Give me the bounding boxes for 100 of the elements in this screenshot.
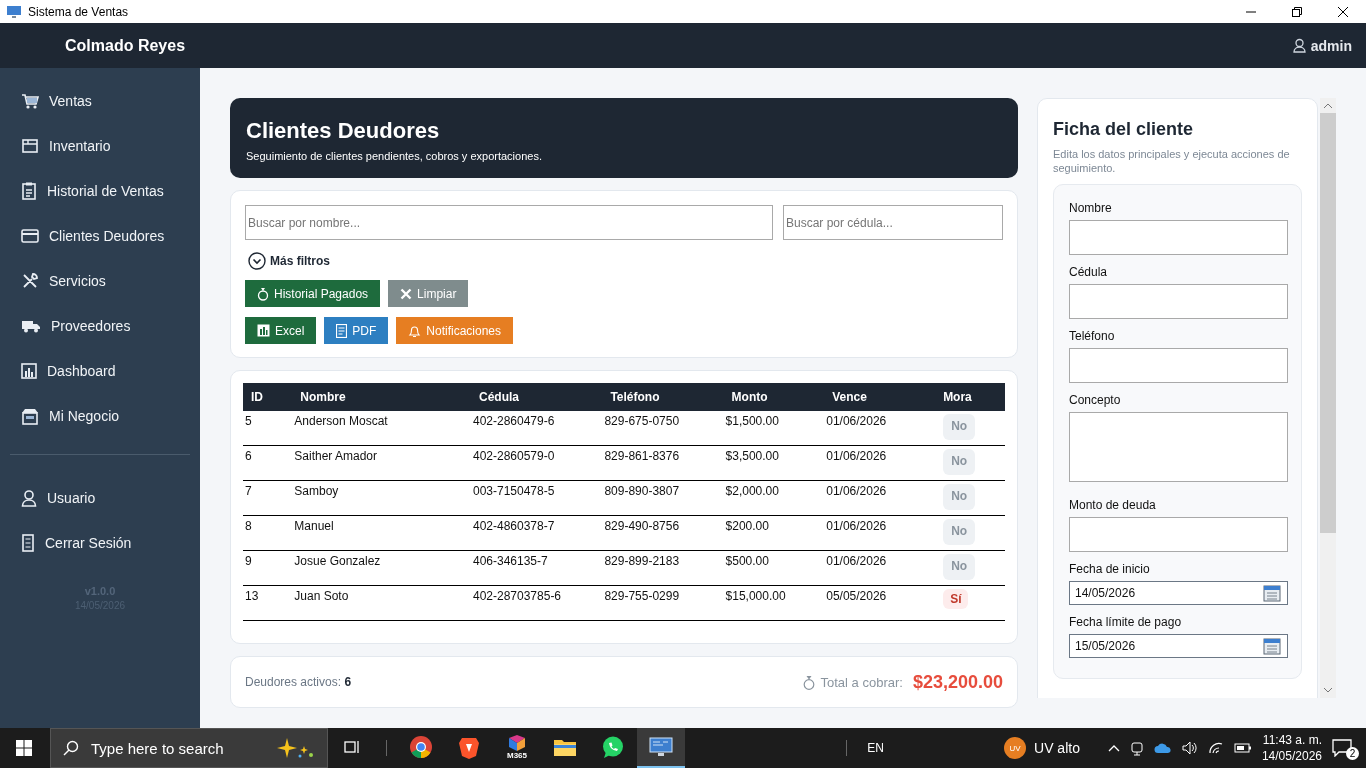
nav-item[interactable]: Inventario [0, 123, 200, 168]
nav-item[interactable]: Dashboard [0, 348, 200, 393]
more-filters-toggle[interactable]: Más filtros [248, 252, 330, 270]
bar-chart-icon [257, 324, 270, 337]
scrollbar[interactable] [1320, 98, 1336, 698]
store-icon [21, 406, 39, 425]
chrome-icon [409, 735, 433, 759]
field-label: Cédula [1069, 264, 1109, 279]
table-cell: 05/05/2026 [824, 585, 936, 621]
table-cell: Juan Soto [292, 585, 471, 621]
nav-item[interactable]: Proveedores [0, 303, 200, 348]
nav-item[interactable]: Cerrar Sesión [0, 520, 200, 565]
total-label: Total a cobrar: [820, 674, 903, 690]
action-button[interactable]: Excel [245, 317, 317, 344]
user-menu[interactable]: admin [1292, 37, 1352, 54]
table-cell: 809-890-3807 [602, 480, 724, 516]
status-badge: No [943, 519, 976, 545]
table-cell: 829-675-0750 [602, 411, 724, 446]
taskbar-app[interactable] [637, 728, 685, 768]
brand-name: Colmado Reyes [65, 36, 187, 55]
weather-widget[interactable]: UV UV alto [1004, 737, 1080, 759]
nav-item[interactable]: Ventas [0, 78, 200, 123]
status-badge: No [943, 484, 976, 510]
name-search-field[interactable]: Buscar por nombre... [245, 205, 773, 240]
app-icon [6, 4, 22, 19]
action-button[interactable]: PDF [324, 317, 389, 344]
table-cell: 01/06/2026 [824, 515, 936, 551]
money-bag-icon [257, 286, 269, 301]
task-view-icon [343, 739, 361, 755]
taskbar-app[interactable]: M365 [493, 728, 541, 768]
table-cell: 7 [243, 480, 293, 516]
column-header: ID [243, 383, 293, 411]
panel-title: Ficha del cliente [1053, 119, 1195, 140]
search-icon [63, 740, 79, 756]
table-cell: $500.00 [723, 550, 825, 586]
nav-item[interactable]: Usuario [0, 475, 200, 520]
table-cell: $3,500.00 [723, 445, 825, 481]
taskbar-search-bar[interactable]: Type here to search [50, 728, 328, 768]
id-search-field[interactable]: Buscar por cédula... [783, 205, 1003, 240]
table-cell: 402-2860479-6 [470, 411, 603, 446]
card-icon [21, 228, 39, 243]
speaker-icon [1181, 741, 1198, 755]
field-label: Nombre [1069, 200, 1113, 215]
table-cell: 402-2860579-0 [470, 445, 603, 481]
text-field[interactable] [1069, 347, 1288, 383]
maximize-icon[interactable] [1291, 5, 1303, 18]
chat-bubble-icon [601, 735, 625, 759]
text-field[interactable] [1069, 516, 1288, 552]
table-cell: 13 [243, 585, 293, 621]
money-bag-icon [802, 674, 815, 690]
monitor-icon [649, 737, 673, 757]
table-cell: 003-7150478-5 [470, 480, 603, 516]
column-header: Cédula [470, 383, 603, 411]
table-cell: 9 [243, 550, 293, 586]
date-field[interactable]: 14/05/2026 [1069, 580, 1288, 605]
status-badge: No [943, 449, 976, 475]
table-cell: 406-346135-7 [470, 550, 603, 586]
close-icon [400, 287, 413, 300]
column-header: Mora [935, 383, 1005, 411]
table-cell: 829-861-8376 [602, 445, 724, 481]
table-cell: 829-899-2183 [602, 550, 724, 586]
table-cell: Anderson Moscat [292, 411, 471, 446]
nav-item[interactable]: Historial de Ventas [0, 168, 200, 213]
table-cell: 402-28703785-6 [470, 585, 603, 621]
date-field[interactable]: 15/05/2026 [1069, 633, 1288, 658]
page-subtitle: Seguimiento de clientes pendientes, cobros y exportaciones. [246, 150, 543, 162]
tools-icon [21, 271, 39, 290]
field-label: Monto de deuda [1069, 497, 1157, 512]
text-field[interactable] [1069, 219, 1288, 255]
clock[interactable]: 11:43 a. m. 14/05/2026 [1261, 732, 1322, 764]
nav-item[interactable]: Clientes Deudores [0, 213, 200, 258]
text-field[interactable] [1069, 283, 1288, 319]
table-cell: $2,000.00 [723, 480, 825, 516]
column-header: Nombre [292, 383, 471, 411]
panel-subtitle: Edita los datos principales y ejecuta acciones de seguimiento. [1053, 148, 1291, 176]
table-cell: Josue Gonzalez [292, 550, 471, 586]
action-button[interactable]: Historial Pagados [245, 280, 381, 307]
table-cell: Samboy [292, 480, 471, 516]
table-cell: $200.00 [723, 515, 825, 551]
table-cell: 6 [243, 445, 293, 481]
table-cell: 01/06/2026 [824, 411, 936, 446]
page-title: Clientes Deudores [246, 118, 441, 144]
bar-chart-icon [21, 362, 37, 379]
status-badge: No [943, 554, 976, 580]
close-icon[interactable] [1337, 5, 1349, 18]
field-label: Concepto [1069, 392, 1122, 407]
nav-item[interactable]: Mi Negocio [0, 393, 200, 438]
language-indicator[interactable]: EN [867, 741, 884, 755]
bell-icon [408, 323, 422, 338]
lion-shield-icon [458, 735, 480, 759]
status-badge: No [943, 414, 976, 440]
app-label: M365 [506, 734, 528, 760]
nav-item[interactable]: Servicios [0, 258, 200, 303]
search-field[interactable]: Type here to search [89, 738, 265, 758]
active-debtors-label: Deudores activos: 6 [245, 675, 352, 689]
column-header: Vence [824, 383, 936, 411]
table-cell: 8 [243, 515, 293, 551]
field-label: Teléfono [1069, 328, 1116, 343]
notification-button[interactable]: 2 [1332, 736, 1356, 760]
table-cell: 402-4860378-7 [470, 515, 603, 551]
